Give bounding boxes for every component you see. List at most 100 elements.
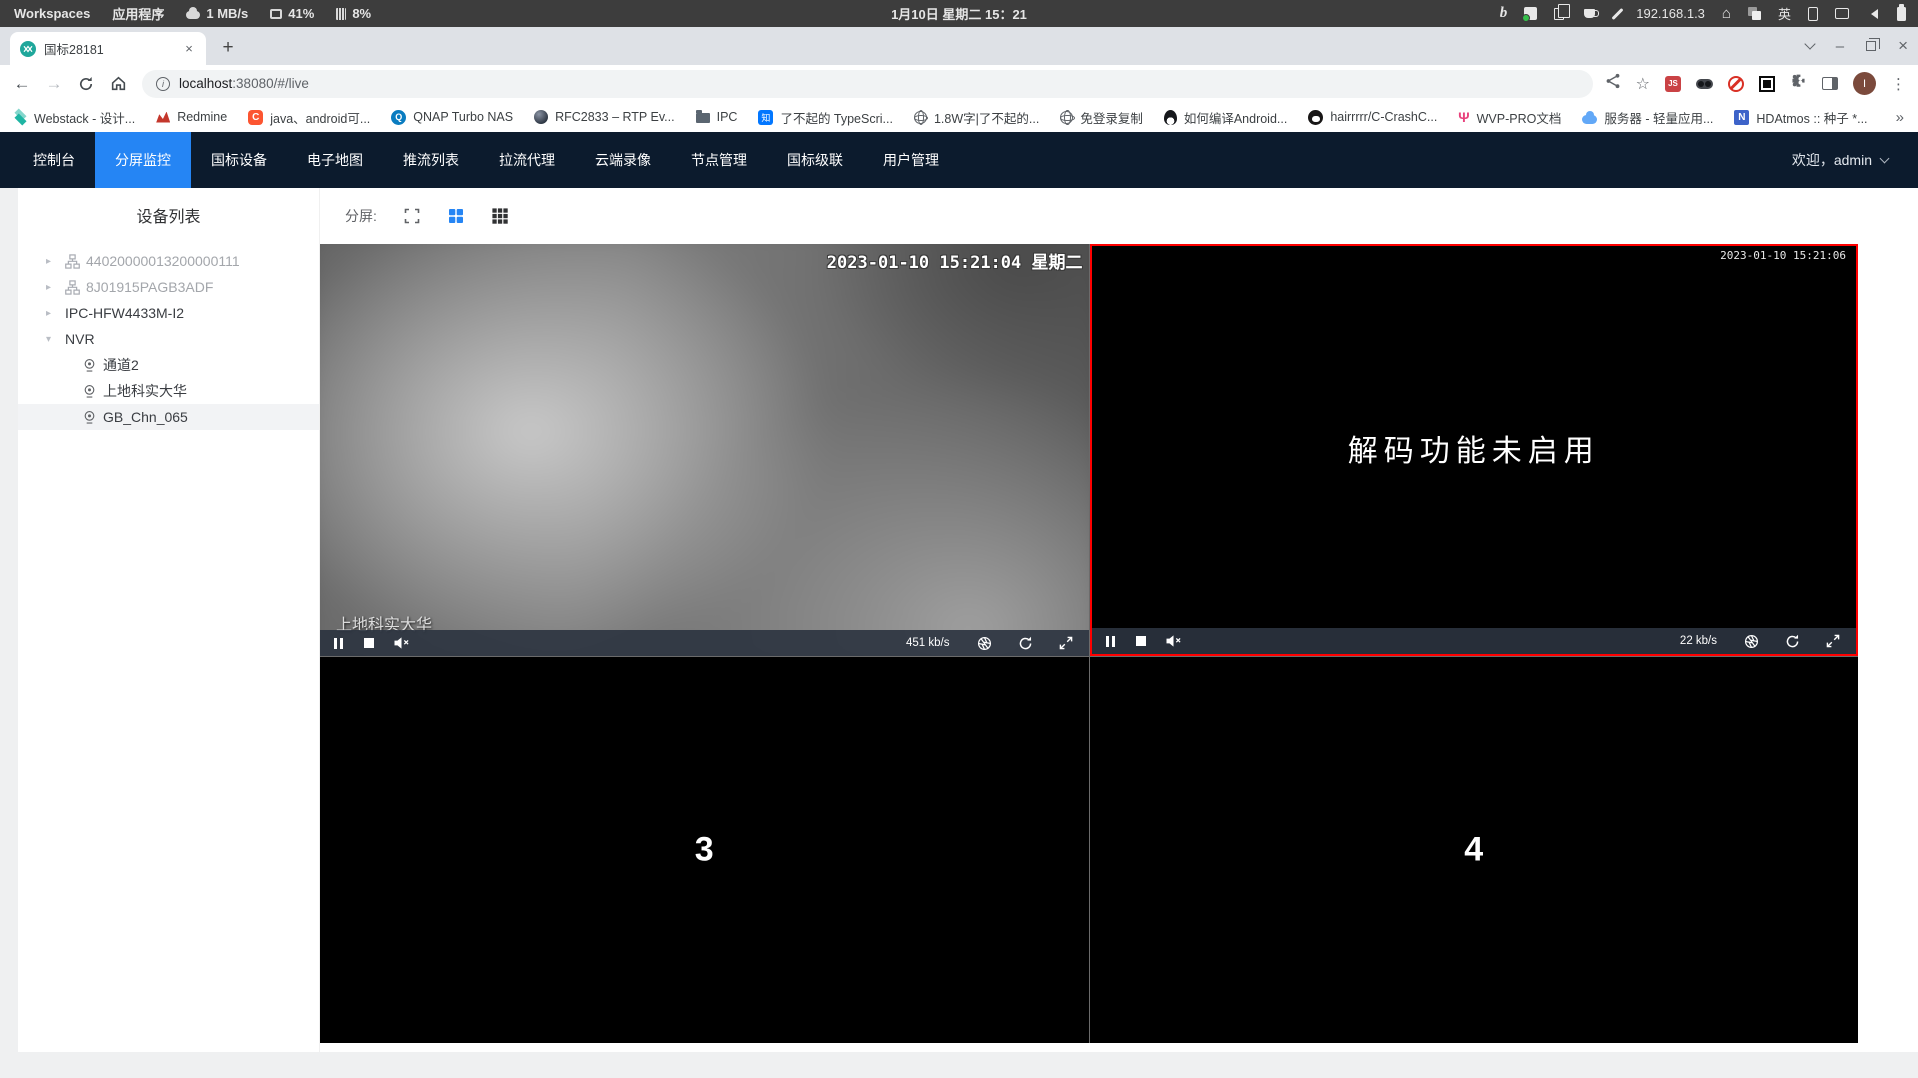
color-picker-icon[interactable] — [1611, 7, 1624, 20]
tree-item-channel[interactable]: 上地科实大华 — [18, 378, 319, 404]
side-panel-icon[interactable] — [1822, 77, 1838, 90]
snapshot-aperture-icon[interactable] — [977, 636, 992, 651]
bookmarks-overflow-icon[interactable]: » — [1896, 109, 1904, 126]
user-menu[interactable]: 欢迎，admin — [1792, 150, 1918, 170]
expand-icon[interactable] — [1059, 636, 1073, 650]
video-cell-1[interactable]: 2023-01-10 15:21:04 星期二 上地科实大华 451 kb/s — [320, 244, 1089, 656]
reload-button[interactable] — [72, 70, 100, 98]
mute-icon[interactable] — [393, 636, 411, 650]
tree-item-device-nvr[interactable]: ▾ NVR — [18, 326, 319, 352]
chevron-down-icon[interactable]: ▾ — [46, 334, 59, 345]
mask-extension-icon[interactable] — [1696, 78, 1713, 89]
nav-item-user-manage[interactable]: 用户管理 — [863, 132, 959, 188]
screenshot-app-icon[interactable] — [1522, 7, 1538, 22]
chevron-right-icon[interactable]: ▸ — [46, 308, 59, 319]
address-bar[interactable]: i localhost:38080/#/live — [142, 69, 1593, 98]
bookmark-item[interactable]: Redmine — [156, 110, 227, 124]
bookmark-item[interactable]: 知了不起的 TypeScri... — [758, 108, 893, 127]
cloud-icon — [1582, 110, 1598, 124]
share-icon[interactable] — [1605, 73, 1621, 94]
window-switcher-icon[interactable] — [1747, 7, 1761, 20]
new-tab-button[interactable]: + — [214, 34, 242, 62]
video-cell-2-selected[interactable]: 2023-01-10 15:21:06 解码功能未启用 22 kb/s — [1089, 244, 1858, 656]
home-button[interactable] — [104, 70, 132, 98]
bookmark-item[interactable]: Q QNAP Turbo NAS — [391, 109, 513, 125]
site-info-icon[interactable]: i — [156, 76, 170, 91]
applications-menu[interactable]: 应用程序 — [112, 4, 164, 23]
snapshot-aperture-icon[interactable] — [1744, 634, 1759, 649]
minimize-button[interactable]: – — [1836, 38, 1844, 55]
stop-button[interactable] — [1135, 636, 1146, 646]
bookmark-item[interactable]: hairrrrr/C-CrashC... — [1308, 109, 1437, 125]
bookmark-item[interactable]: 免登录复制 — [1060, 108, 1143, 127]
refresh-icon[interactable] — [1018, 636, 1033, 651]
network-device-icon — [65, 279, 80, 295]
expand-icon[interactable] — [1826, 634, 1840, 648]
tree-item-channel[interactable]: 通道2 — [18, 352, 319, 378]
ublock-extension-icon[interactable] — [1759, 75, 1775, 92]
bookmark-item[interactable]: N HDAtmos :: 种子 *... — [1734, 108, 1868, 127]
tree-item-device[interactable]: ▸ IPC-HFW4433M-I2 — [18, 300, 319, 326]
bing-tray-icon[interactable]: b — [1500, 5, 1508, 22]
nav-item-console[interactable]: 控制台 — [13, 132, 95, 188]
nav-item-node-manage[interactable]: 节点管理 — [671, 132, 767, 188]
nav-item-gb-devices[interactable]: 国标设备 — [191, 132, 287, 188]
nav-item-map[interactable]: 电子地图 — [287, 132, 383, 188]
ip-address-indicator[interactable]: 192.168.1.3 — [1636, 6, 1705, 21]
tree-item-channel-selected[interactable]: GB_Chn_065 — [18, 404, 319, 430]
globe-icon — [913, 110, 929, 125]
forward-button[interactable]: → — [40, 70, 68, 98]
tab-close-icon[interactable]: × — [180, 40, 198, 58]
home-tray-icon[interactable]: ⌂ — [1722, 6, 1731, 21]
blocker-extension-icon[interactable] — [1728, 75, 1744, 92]
nav-item-push-list[interactable]: 推流列表 — [383, 132, 479, 188]
restore-window-button[interactable] — [1866, 38, 1881, 51]
bookmark-item[interactable]: RFC2833 – RTP Ev... — [534, 110, 675, 124]
stop-button[interactable] — [364, 638, 374, 648]
grid-2x2-icon[interactable] — [447, 207, 465, 225]
nav-item-split-monitor[interactable]: 分屏监控 — [95, 132, 191, 188]
bookmark-item[interactable]: 如何编译Android... — [1163, 108, 1287, 127]
battery-icon[interactable] — [1897, 4, 1906, 21]
phone-link-icon[interactable] — [1808, 6, 1818, 21]
clipboard-icon[interactable] — [1554, 4, 1570, 20]
bookmark-item[interactable]: Webstack - 设计... — [14, 108, 135, 127]
redmine-icon — [156, 111, 171, 123]
chevron-right-icon[interactable]: ▸ — [46, 256, 59, 267]
nav-item-gb-cascade[interactable]: 国标级联 — [767, 132, 863, 188]
input-language-indicator[interactable]: 英 — [1778, 4, 1791, 23]
workspaces-button[interactable]: Workspaces — [14, 6, 90, 21]
bookmark-star-icon[interactable]: ☆ — [1636, 74, 1650, 94]
tree-item-device[interactable]: ▸ 44020000013200000111 — [18, 248, 319, 274]
video-cell-4[interactable]: 4 — [1089, 657, 1858, 1043]
bookmark-item[interactable]: Cjava、android可... — [248, 108, 370, 127]
tree-item-device[interactable]: ▸ 8J01915PAGB3ADF — [18, 274, 319, 300]
cpu-usage-indicator: 41% — [270, 6, 314, 21]
tab-search-chevron-icon[interactable] — [1804, 38, 1816, 50]
pause-button[interactable] — [1105, 635, 1115, 647]
nav-item-cloud-record[interactable]: 云端录像 — [575, 132, 671, 188]
video-cell-3[interactable]: 3 — [320, 657, 1089, 1043]
profile-avatar[interactable]: I — [1853, 72, 1876, 95]
clock[interactable]: 1月10日 星期二 15：21 — [891, 4, 1027, 23]
fullscreen-icon[interactable] — [403, 207, 421, 225]
pause-button[interactable] — [334, 637, 343, 649]
nav-item-pull-proxy[interactable]: 拉流代理 — [479, 132, 575, 188]
display-icon[interactable] — [1835, 8, 1849, 19]
extensions-puzzle-icon[interactable] — [1790, 73, 1807, 95]
back-button[interactable]: ← — [8, 70, 36, 98]
volume-icon[interactable] — [1866, 8, 1878, 19]
coffee-icon[interactable] — [1584, 9, 1600, 18]
bookmark-item[interactable]: Ψ WVP-PRO文档 — [1458, 108, 1561, 127]
browser-menu-icon[interactable]: ⋮ — [1891, 75, 1906, 93]
chevron-right-icon[interactable]: ▸ — [46, 282, 59, 293]
bookmark-item[interactable]: IPC — [695, 110, 737, 124]
refresh-icon[interactable] — [1785, 634, 1800, 649]
bookmark-item[interactable]: 1.8W字|了不起的... — [913, 108, 1039, 127]
grid-3x3-icon[interactable] — [491, 207, 509, 225]
bookmark-item[interactable]: 服务器 - 轻量应用... — [1582, 108, 1713, 127]
mute-icon[interactable] — [1165, 634, 1183, 648]
close-window-button[interactable]: × — [1898, 36, 1908, 56]
browser-tab[interactable]: 国标28181 × — [10, 32, 206, 65]
js-extension-icon[interactable]: JS — [1665, 75, 1681, 92]
